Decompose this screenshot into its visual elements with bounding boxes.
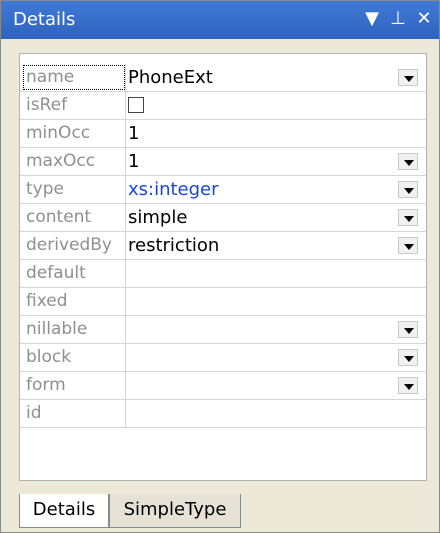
property-row-nillable[interactable]: nillable xyxy=(20,316,426,344)
property-value[interactable]: restriction xyxy=(128,232,398,259)
dropdown-button[interactable] xyxy=(398,237,418,254)
property-value[interactable] xyxy=(128,400,398,427)
property-row-form[interactable]: form xyxy=(20,372,426,400)
property-label: maxOcc xyxy=(22,148,126,175)
property-label: id xyxy=(22,400,126,427)
tab-bar: Details SimpleType xyxy=(19,494,427,532)
property-label: derivedBy xyxy=(22,232,126,259)
tab-simpletype[interactable]: SimpleType xyxy=(109,494,241,528)
dropdown-button[interactable] xyxy=(398,153,418,170)
tab-details[interactable]: Details xyxy=(19,494,109,528)
checkbox[interactable] xyxy=(128,97,144,113)
property-label: minOcc xyxy=(22,120,126,147)
dropdown-button[interactable] xyxy=(398,349,418,366)
pin-icon[interactable]: ⊥ xyxy=(387,8,409,30)
details-panel: Details ▼ ⊥ ✕ name PhoneExt isRef minOcc… xyxy=(0,0,440,533)
property-row-maxOcc[interactable]: maxOcc 1 xyxy=(20,148,426,176)
property-row-id[interactable]: id xyxy=(20,400,426,428)
property-row-derivedBy[interactable]: derivedBy restriction xyxy=(20,232,426,260)
property-label: type xyxy=(22,176,126,203)
dropdown-button[interactable] xyxy=(398,69,418,86)
property-label: content xyxy=(22,204,126,231)
close-icon[interactable]: ✕ xyxy=(413,8,435,30)
property-value[interactable] xyxy=(128,372,398,399)
title-bar: Details ▼ ⊥ ✕ xyxy=(1,1,439,39)
property-label: name xyxy=(22,64,126,91)
property-value[interactable]: PhoneExt xyxy=(128,64,398,91)
panel-title: Details xyxy=(13,9,76,30)
property-value[interactable] xyxy=(128,344,398,371)
property-value[interactable]: xs:integer xyxy=(128,176,398,203)
property-label: isRef xyxy=(22,92,126,119)
property-row-fixed[interactable]: fixed xyxy=(20,288,426,316)
property-row-name[interactable]: name PhoneExt xyxy=(20,64,426,92)
property-label: form xyxy=(22,372,126,399)
property-row-type[interactable]: type xs:integer xyxy=(20,176,426,204)
property-row-isRef[interactable]: isRef xyxy=(20,92,426,120)
property-row-content[interactable]: content simple xyxy=(20,204,426,232)
property-value[interactable]: 1 xyxy=(128,120,398,147)
property-label: nillable xyxy=(22,316,126,343)
property-label: block xyxy=(22,344,126,371)
dropdown-icon[interactable]: ▼ xyxy=(361,8,383,30)
property-value[interactable]: simple xyxy=(128,204,398,231)
property-value[interactable] xyxy=(128,260,398,287)
property-row-default[interactable]: default xyxy=(20,260,426,288)
property-value[interactable] xyxy=(128,316,398,343)
property-label: fixed xyxy=(22,288,126,315)
property-value[interactable] xyxy=(128,288,398,315)
property-label: default xyxy=(22,260,126,287)
dropdown-button[interactable] xyxy=(398,209,418,226)
dropdown-button[interactable] xyxy=(398,377,418,394)
property-value[interactable]: 1 xyxy=(128,148,398,175)
properties-grid: name PhoneExt isRef minOcc 1 maxOcc 1 ty… xyxy=(19,53,427,481)
property-row-block[interactable]: block xyxy=(20,344,426,372)
dropdown-button[interactable] xyxy=(398,181,418,198)
property-row-minOcc[interactable]: minOcc 1 xyxy=(20,120,426,148)
dropdown-button[interactable] xyxy=(398,321,418,338)
